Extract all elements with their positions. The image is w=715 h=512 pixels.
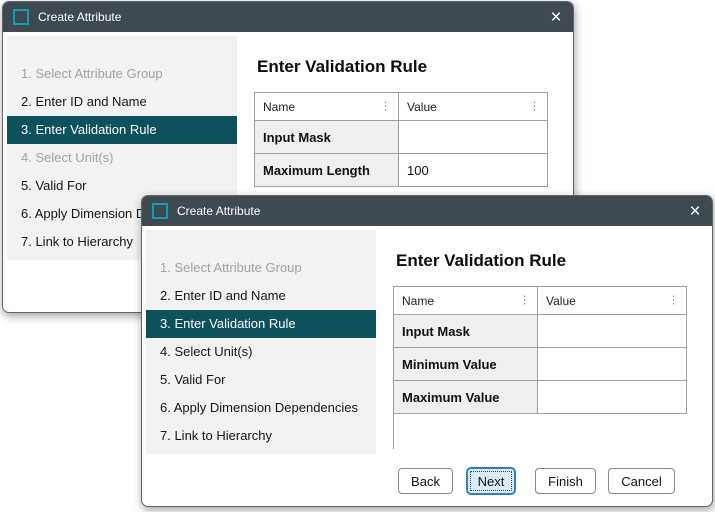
table-header-row: Name ⋮ Value ⋮ bbox=[255, 93, 548, 121]
rule-name-cell: Input Mask bbox=[394, 315, 538, 348]
step-select-units: 4. Select Unit(s) bbox=[7, 144, 237, 172]
rule-name-cell: Input Mask bbox=[255, 121, 399, 154]
step-select-attribute-group: 1. Select Attribute Group bbox=[146, 254, 376, 282]
table-row: Input Mask bbox=[394, 315, 687, 348]
cancel-button[interactable]: Cancel bbox=[608, 468, 675, 494]
close-button[interactable]: × bbox=[541, 2, 571, 32]
step-enter-validation-rule[interactable]: 3. Enter Validation Rule bbox=[7, 116, 237, 144]
column-menu-icon[interactable]: ⋮ bbox=[529, 101, 540, 112]
table-row: Maximum Value bbox=[394, 381, 687, 414]
rule-value-cell[interactable]: 100 bbox=[399, 154, 548, 187]
column-menu-icon[interactable]: ⋮ bbox=[668, 295, 679, 306]
rule-value-cell[interactable] bbox=[538, 315, 687, 348]
validation-rules-table: Name ⋮ Value ⋮ Input Mask Maximum Length bbox=[254, 92, 548, 187]
create-attribute-dialog-front: Create Attribute × 1. Select Attribute G… bbox=[141, 195, 713, 507]
titlebar[interactable]: Create Attribute × bbox=[3, 2, 573, 32]
column-header-value[interactable]: Value ⋮ bbox=[399, 93, 548, 121]
step-select-attribute-group: 1. Select Attribute Group bbox=[7, 60, 237, 88]
close-button[interactable]: × bbox=[680, 196, 710, 226]
table-frame-edge bbox=[393, 413, 686, 449]
rule-value-cell[interactable] bbox=[538, 381, 687, 414]
window-title: Create Attribute bbox=[38, 10, 121, 24]
wizard-steps-sidebar: 1. Select Attribute Group 2. Enter ID an… bbox=[146, 230, 376, 454]
step-enter-id-and-name[interactable]: 2. Enter ID and Name bbox=[7, 88, 237, 116]
column-header-label: Name bbox=[402, 294, 434, 308]
rule-name-cell: Minimum Value bbox=[394, 348, 538, 381]
step-enter-id-and-name[interactable]: 2. Enter ID and Name bbox=[146, 282, 376, 310]
column-header-name[interactable]: Name ⋮ bbox=[394, 287, 538, 315]
column-header-name[interactable]: Name ⋮ bbox=[255, 93, 399, 121]
next-button[interactable]: Next bbox=[467, 468, 515, 494]
table-row: Input Mask bbox=[255, 121, 548, 154]
rule-value-cell[interactable] bbox=[538, 348, 687, 381]
step-link-to-hierarchy[interactable]: 7. Link to Hierarchy bbox=[146, 422, 376, 450]
step-enter-validation-rule[interactable]: 3. Enter Validation Rule bbox=[146, 310, 376, 338]
column-header-label: Value bbox=[407, 100, 437, 114]
page-title: Enter Validation Rule bbox=[396, 251, 566, 271]
table-row: Minimum Value bbox=[394, 348, 687, 381]
column-menu-icon[interactable]: ⋮ bbox=[519, 295, 530, 306]
column-header-label: Value bbox=[546, 294, 576, 308]
table-row: Maximum Length 100 bbox=[255, 154, 548, 187]
app-icon bbox=[152, 203, 168, 219]
desktop: Create Attribute × 1. Select Attribute G… bbox=[0, 0, 715, 512]
step-select-units[interactable]: 4. Select Unit(s) bbox=[146, 338, 376, 366]
step-apply-dimension-dependencies[interactable]: 6. Apply Dimension Dependencies bbox=[146, 394, 376, 422]
table-header-row: Name ⋮ Value ⋮ bbox=[394, 287, 687, 315]
validation-rules-table: Name ⋮ Value ⋮ Input Mask Minimum Value bbox=[393, 286, 687, 414]
window-title: Create Attribute bbox=[177, 204, 260, 218]
back-button[interactable]: Back bbox=[398, 468, 453, 494]
wizard-step-list: 1. Select Attribute Group 2. Enter ID an… bbox=[146, 254, 376, 450]
finish-button[interactable]: Finish bbox=[535, 468, 596, 494]
dialog-buttons: Back Next Finish Cancel bbox=[398, 468, 675, 494]
column-header-label: Name bbox=[263, 100, 295, 114]
step-valid-for[interactable]: 5. Valid For bbox=[146, 366, 376, 394]
rule-name-cell: Maximum Value bbox=[394, 381, 538, 414]
column-menu-icon[interactable]: ⋮ bbox=[380, 101, 391, 112]
page-title: Enter Validation Rule bbox=[257, 57, 427, 77]
titlebar[interactable]: Create Attribute × bbox=[142, 196, 712, 226]
column-header-value[interactable]: Value ⋮ bbox=[538, 287, 687, 315]
close-icon: × bbox=[550, 8, 561, 27]
close-icon: × bbox=[689, 202, 700, 221]
app-icon bbox=[13, 9, 29, 25]
rule-name-cell: Maximum Length bbox=[255, 154, 399, 187]
rule-value-cell[interactable] bbox=[399, 121, 548, 154]
